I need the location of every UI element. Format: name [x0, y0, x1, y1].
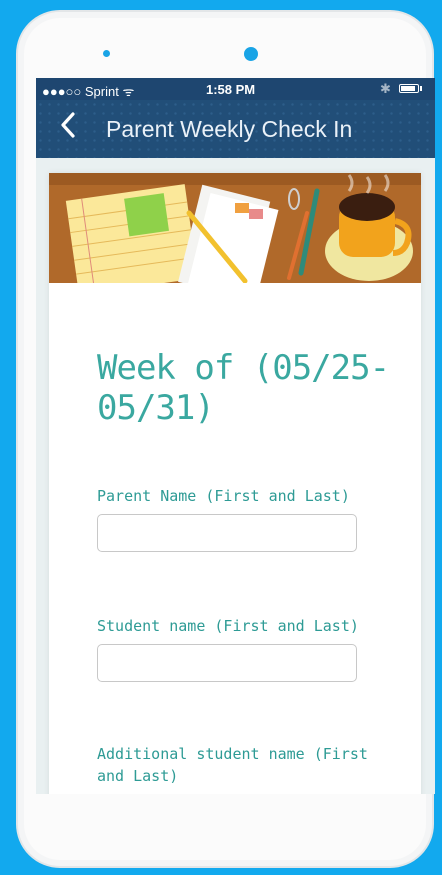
status-bar: ●●●○○ Sprint ᯤ 1:58 PM ✱	[36, 78, 435, 100]
form-title: Week of (05/25-05/31)	[97, 348, 390, 428]
form-card: Week of (05/25-05/31) Parent Name (First…	[49, 173, 421, 794]
phone-camera	[244, 47, 258, 61]
page-title: Parent Weekly Check In	[106, 116, 353, 142]
nav-bar: Parent Weekly Check In	[36, 100, 435, 158]
student-name-input[interactable]	[97, 644, 357, 682]
app-screen: ●●●○○ Sprint ᯤ 1:58 PM ✱ Parent Weekly C…	[36, 78, 435, 794]
carrier-signal: ●●●○○ Sprint ᯤ	[42, 84, 135, 99]
header-banner-image	[49, 173, 421, 283]
student-name-label: Student name (First and Last)	[97, 617, 359, 635]
battery-tip	[420, 86, 422, 91]
battery-icon	[399, 84, 419, 93]
chevron-left-icon[interactable]	[60, 112, 76, 143]
parent-name-label: Parent Name (First and Last)	[97, 487, 350, 505]
bluetooth-icon: ✱	[380, 81, 391, 96]
status-time: 1:58 PM	[206, 82, 256, 97]
parent-name-input[interactable]	[97, 514, 357, 552]
phone-sensor-dot	[103, 50, 110, 57]
additional-student-name-label: Additional student name (First and Last)	[97, 745, 368, 785]
